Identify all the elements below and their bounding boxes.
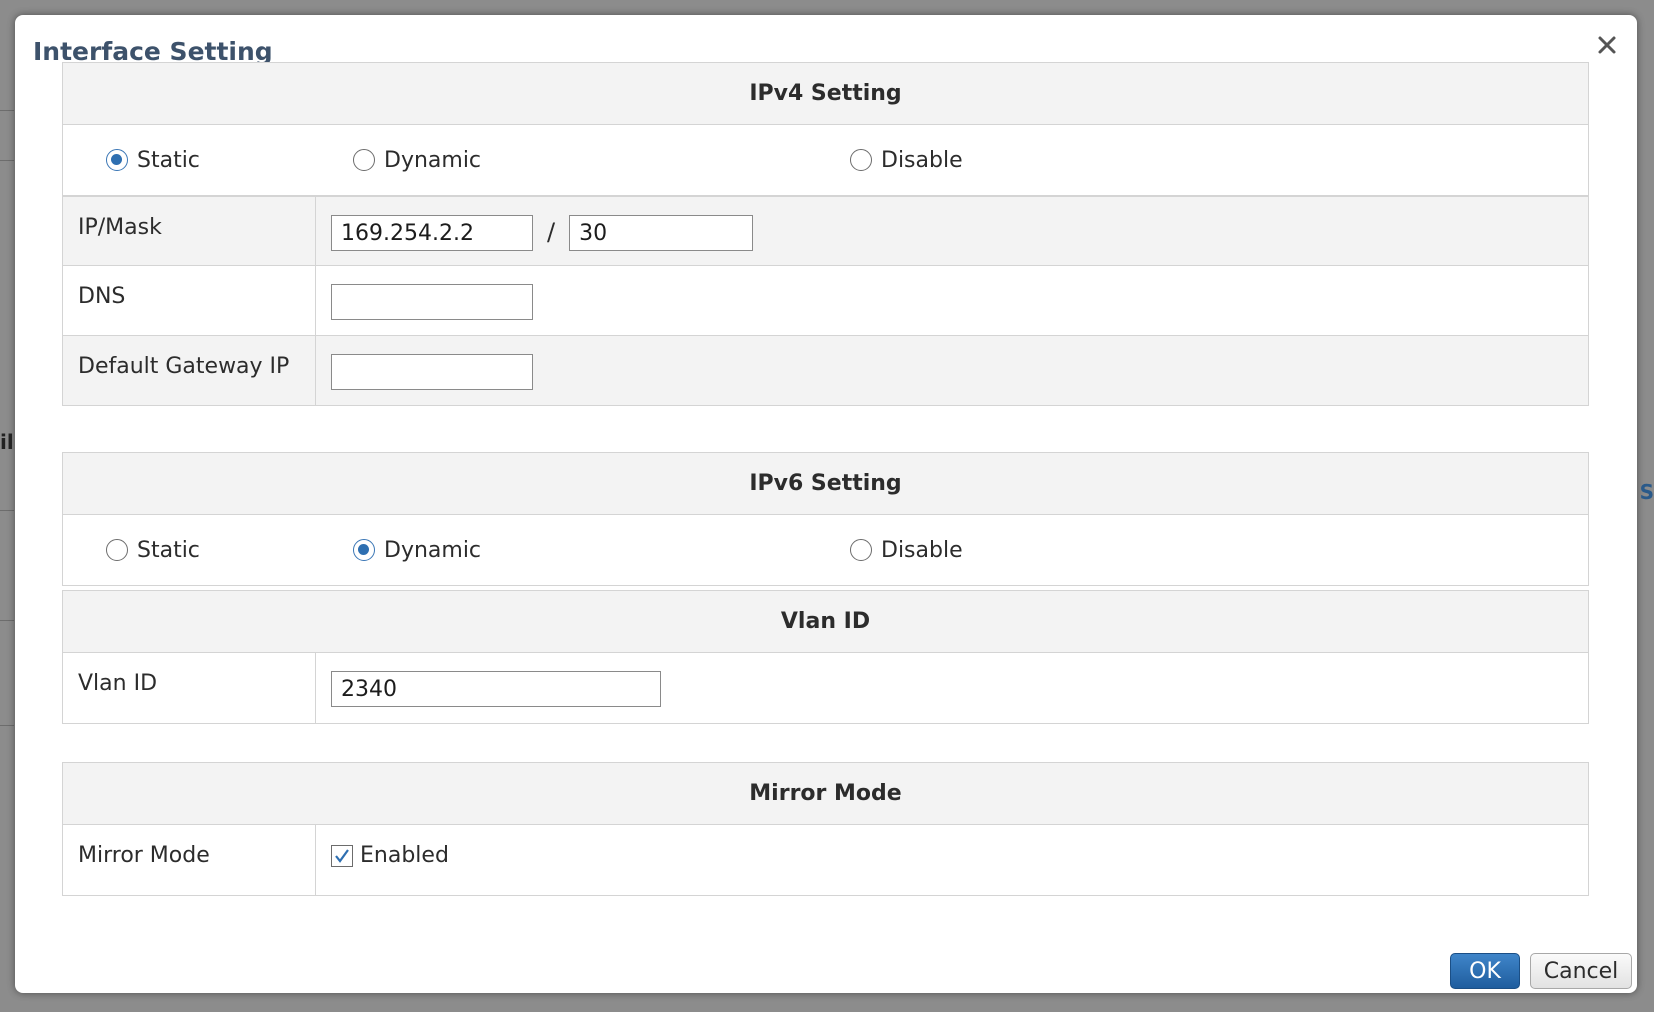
backdrop-line xyxy=(0,725,14,726)
backdrop-line xyxy=(0,160,14,161)
vlan-label: Vlan ID xyxy=(63,653,316,723)
interface-setting-dialog: Interface Setting IPv4 Setting Static Dy… xyxy=(15,15,1637,993)
gateway-input[interactable] xyxy=(331,354,533,390)
vlan-header: Vlan ID xyxy=(63,591,1588,653)
radio-button[interactable] xyxy=(850,149,872,171)
vlan-panel: Vlan ID Vlan ID xyxy=(62,590,1589,724)
vlan-id-input[interactable] xyxy=(331,671,661,707)
backdrop-text-fragment: il xyxy=(0,430,14,454)
radio-button[interactable] xyxy=(353,149,375,171)
radio-label: Static xyxy=(137,147,200,173)
ipv6-mode-radio-group: Static Dynamic Disable xyxy=(63,515,1588,585)
radio-button[interactable] xyxy=(106,539,128,561)
ipv6-panel: IPv6 Setting Static Dynamic Disable xyxy=(62,452,1589,586)
vlan-row: Vlan ID xyxy=(63,653,1588,723)
backdrop-line xyxy=(0,620,14,621)
checkmark-icon xyxy=(335,848,349,863)
gateway-label: Default Gateway IP xyxy=(63,336,316,405)
subnet-mask-input[interactable] xyxy=(569,215,754,251)
radio-label: Disable xyxy=(881,147,963,173)
ip-mask-value: / xyxy=(316,197,1588,265)
ipv6-disable-option[interactable]: Disable xyxy=(850,515,963,585)
vlan-value xyxy=(316,653,1588,723)
ip-address-input[interactable] xyxy=(331,215,533,251)
radio-button[interactable] xyxy=(106,149,128,171)
radio-label: Dynamic xyxy=(384,147,482,173)
close-icon[interactable] xyxy=(1591,29,1623,61)
gateway-value xyxy=(316,336,1588,405)
ip-mask-label: IP/Mask xyxy=(63,197,316,265)
radio-label: Dynamic xyxy=(384,537,482,563)
ok-button[interactable]: OK xyxy=(1450,953,1520,989)
backdrop-line xyxy=(0,510,14,511)
mirror-header: Mirror Mode xyxy=(63,763,1588,825)
radio-button[interactable] xyxy=(353,539,375,561)
ipv4-panel: IPv4 Setting Static Dynamic Disable IP/M… xyxy=(62,62,1589,406)
dns-input[interactable] xyxy=(331,284,533,320)
cancel-button[interactable]: Cancel xyxy=(1530,953,1632,989)
mirror-label: Mirror Mode xyxy=(63,825,316,895)
ipv4-header: IPv4 Setting xyxy=(63,63,1588,125)
checkbox[interactable] xyxy=(331,844,353,867)
dns-row: DNS xyxy=(63,265,1588,335)
gateway-row: Default Gateway IP xyxy=(63,335,1588,405)
ipv4-dynamic-option[interactable]: Dynamic xyxy=(353,125,481,195)
checkbox-label: Enabled xyxy=(360,843,449,868)
ipv4-disable-option[interactable]: Disable xyxy=(850,125,963,195)
ipv4-mode-radio-group: Static Dynamic Disable xyxy=(63,125,1588,195)
backdrop-text-fragment: S xyxy=(1639,480,1654,504)
ipv6-header: IPv6 Setting xyxy=(63,453,1588,515)
ipv6-static-option[interactable]: Static xyxy=(106,515,200,585)
ipv6-dynamic-option[interactable]: Dynamic xyxy=(353,515,481,585)
mirror-row: Mirror Mode Enabled xyxy=(63,825,1588,895)
dns-label: DNS xyxy=(63,266,316,335)
radio-label: Static xyxy=(137,537,200,563)
mirror-panel: Mirror Mode Mirror Mode Enabled xyxy=(62,762,1589,896)
mirror-enabled-checkbox[interactable]: Enabled xyxy=(331,843,449,868)
dns-value xyxy=(316,266,1588,335)
mask-separator: / xyxy=(547,218,556,246)
ip-mask-row: IP/Mask / xyxy=(63,195,1588,265)
radio-button[interactable] xyxy=(850,539,872,561)
mirror-value: Enabled xyxy=(316,825,1588,895)
radio-label: Disable xyxy=(881,537,963,563)
backdrop-line xyxy=(0,110,14,111)
ipv4-static-option[interactable]: Static xyxy=(106,125,200,195)
